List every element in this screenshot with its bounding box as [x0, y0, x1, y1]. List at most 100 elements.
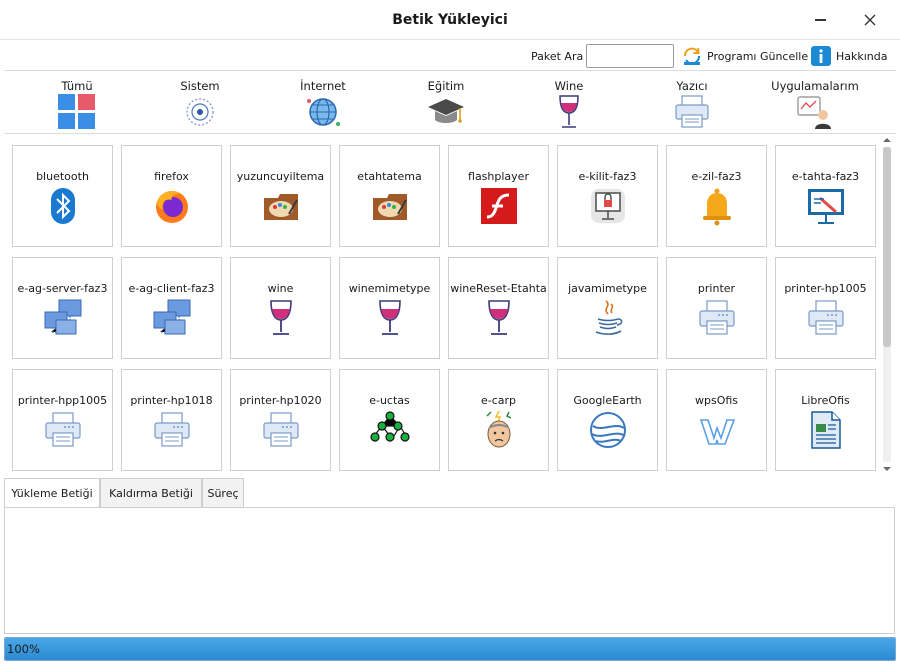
- package-card[interactable]: wineReset-Etahta: [448, 257, 549, 359]
- package-card[interactable]: yuzuncuyiltema: [230, 145, 331, 247]
- search-label: Paket Ara: [531, 50, 584, 63]
- package-card[interactable]: e-zil-faz3: [666, 145, 767, 247]
- wine-glass-icon: [559, 95, 579, 128]
- wps-icon: [697, 410, 737, 450]
- printer-icon: [806, 298, 846, 338]
- category-my-apps[interactable]: Uygulamalarım: [760, 72, 870, 134]
- wine-icon: [479, 298, 519, 338]
- graduation-cap-icon: [428, 99, 464, 123]
- progress-text: 100%: [7, 642, 40, 656]
- app-window: Betik Yükleyici Paket Ara Programı Günce…: [0, 0, 900, 666]
- package-card[interactable]: GoogleEarth: [557, 369, 658, 471]
- printer-icon: [43, 410, 83, 450]
- flash-icon: [479, 186, 519, 226]
- package-label: flashplayer: [468, 170, 529, 183]
- package-card[interactable]: e-uctas: [339, 369, 440, 471]
- package-card[interactable]: e-ag-server-faz3: [12, 257, 113, 359]
- package-card[interactable]: LibreOfis: [775, 369, 876, 471]
- grid-scrollbar[interactable]: [880, 135, 894, 476]
- package-label: bluetooth: [36, 170, 89, 183]
- category-internet[interactable]: İnternet: [268, 72, 378, 134]
- globe-icon: [307, 98, 340, 126]
- package-label: e-zil-faz3: [691, 170, 742, 183]
- my-apps-icon: [797, 96, 831, 129]
- about-button[interactable]: Hakkında: [810, 44, 888, 68]
- category-education[interactable]: Eğitim: [391, 72, 501, 134]
- bluetooth-icon: [43, 186, 83, 226]
- bell-icon: [697, 186, 737, 226]
- grid-icon: [58, 94, 95, 129]
- libre-icon: [806, 410, 846, 450]
- package-label: e-ag-client-faz3: [128, 282, 215, 295]
- category-label: Yazıcı: [676, 79, 708, 93]
- package-card[interactable]: printer-hp1020: [230, 369, 331, 471]
- package-card[interactable]: e-kilit-faz3: [557, 145, 658, 247]
- search-input[interactable]: [586, 44, 674, 68]
- printer-icon: [261, 410, 301, 450]
- whiteboard-icon: [806, 186, 846, 226]
- about-label: Hakkında: [836, 49, 888, 63]
- package-label: yuzuncuyiltema: [236, 170, 325, 183]
- progress-fill: [5, 638, 895, 660]
- script-output-panel[interactable]: [4, 507, 895, 634]
- package-card[interactable]: wine: [230, 257, 331, 359]
- package-card[interactable]: bluetooth: [12, 145, 113, 247]
- package-card[interactable]: printer: [666, 257, 767, 359]
- package-label: wpsOfis: [694, 394, 739, 407]
- package-card[interactable]: wpsOfis: [666, 369, 767, 471]
- package-card[interactable]: printer-hpp1005: [12, 369, 113, 471]
- network-icon: [152, 298, 192, 338]
- package-grid: bluetooth firefox yuzuncuyiltema etahtatema…: [4, 135, 896, 476]
- package-card[interactable]: e-carp: [448, 369, 549, 471]
- category-wine[interactable]: Wine: [514, 72, 624, 134]
- title-bar: Betik Yükleyici: [0, 0, 900, 40]
- wine-icon: [261, 298, 301, 338]
- network-icon: [43, 298, 83, 338]
- package-card[interactable]: printer-hp1018: [121, 369, 222, 471]
- update-program-label: Programı Güncelle: [707, 49, 809, 63]
- package-label: LibreOfis: [801, 394, 850, 407]
- scroll-thumb[interactable]: [883, 147, 891, 347]
- package-card[interactable]: flashplayer: [448, 145, 549, 247]
- printer-icon: [697, 298, 737, 338]
- category-label: Eğitim: [427, 79, 465, 93]
- category-label: İnternet: [300, 79, 346, 93]
- scroll-up-icon[interactable]: [882, 135, 892, 145]
- package-card[interactable]: etahtatema: [339, 145, 440, 247]
- window-title: Betik Yükleyici: [392, 12, 508, 28]
- package-card[interactable]: firefox: [121, 145, 222, 247]
- scroll-down-icon[interactable]: [882, 464, 892, 474]
- printer-icon: [675, 95, 709, 128]
- package-card[interactable]: e-tahta-faz3: [775, 145, 876, 247]
- system-icon: [186, 98, 214, 126]
- package-card[interactable]: e-ag-client-faz3: [121, 257, 222, 359]
- package-label: GoogleEarth: [573, 394, 642, 407]
- script-tabs: Yükleme Betiği Kaldırma Betiği Süreç: [4, 478, 896, 508]
- category-bar: Tümü Sistem İnternet Eğitim Wine Yazıcı …: [4, 72, 896, 134]
- printer-icon: [152, 410, 192, 450]
- tab-install-script[interactable]: Yükleme Betiği: [4, 478, 100, 508]
- package-label: wineReset-Etahta: [450, 282, 547, 295]
- category-label: Sistem: [180, 79, 220, 93]
- wine-icon: [370, 298, 410, 338]
- close-button[interactable]: [857, 8, 883, 32]
- progress-bar: 100%: [4, 637, 896, 661]
- tab-uninstall-script[interactable]: Kaldırma Betiği: [100, 478, 202, 507]
- update-icon: [684, 47, 700, 65]
- person-icon: [479, 410, 519, 450]
- package-card[interactable]: printer-hp1005: [775, 257, 876, 359]
- minimize-icon: [815, 19, 826, 21]
- category-printer[interactable]: Yazıcı: [637, 72, 747, 134]
- package-label: wine: [267, 282, 294, 295]
- minimize-button[interactable]: [807, 8, 833, 32]
- firefox-icon: [152, 186, 192, 226]
- package-card[interactable]: winemimetype: [339, 257, 440, 359]
- category-all[interactable]: Tümü: [22, 72, 132, 134]
- category-system[interactable]: Sistem: [145, 72, 255, 134]
- tab-process[interactable]: Süreç: [202, 478, 244, 507]
- package-card[interactable]: javamimetype: [557, 257, 658, 359]
- package-label: e-tahta-faz3: [791, 170, 860, 183]
- update-program-button[interactable]: Programı Güncelle: [681, 44, 808, 68]
- package-label: etahtatema: [357, 170, 422, 183]
- package-label: e-kilit-faz3: [578, 170, 637, 183]
